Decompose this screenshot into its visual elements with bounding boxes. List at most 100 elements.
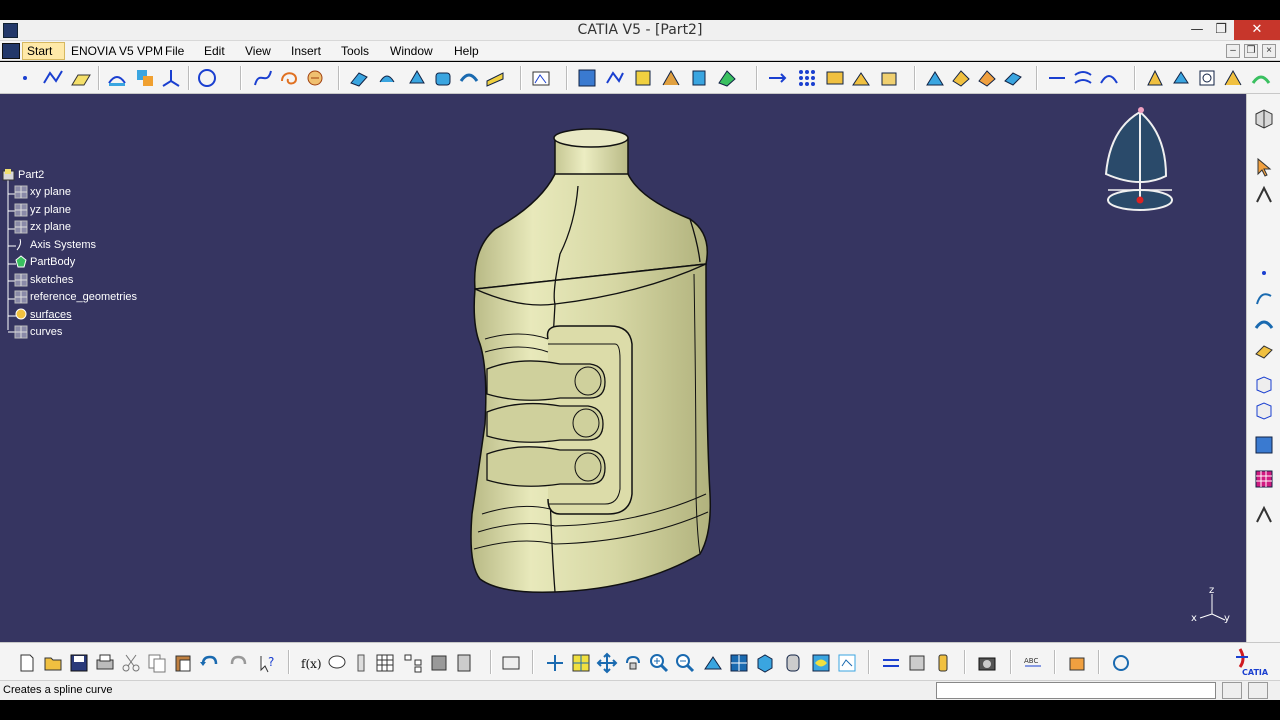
curve-icon[interactable] bbox=[1253, 288, 1275, 310]
boundary-icon[interactable] bbox=[688, 67, 710, 89]
save-icon[interactable] bbox=[68, 652, 90, 674]
revolve-icon[interactable] bbox=[376, 67, 398, 89]
apply-material-icon[interactable] bbox=[1066, 652, 1088, 674]
undo-icon[interactable] bbox=[198, 652, 220, 674]
update-icon[interactable] bbox=[500, 652, 522, 674]
close-button[interactable]: ✕ bbox=[1234, 20, 1280, 40]
pocket-icon[interactable] bbox=[1196, 67, 1218, 89]
affinity-icon[interactable] bbox=[878, 67, 900, 89]
status-button-2[interactable] bbox=[1248, 682, 1268, 699]
measure-item-icon[interactable] bbox=[906, 652, 928, 674]
healing-icon[interactable] bbox=[604, 67, 626, 89]
variable-fillet-icon[interactable] bbox=[976, 67, 998, 89]
parallel-curve-icon[interactable] bbox=[1072, 67, 1094, 89]
edge-fillet-icon[interactable] bbox=[950, 67, 972, 89]
annotation-icon[interactable]: ABC bbox=[1022, 652, 1044, 674]
split-icon[interactable] bbox=[632, 67, 654, 89]
draft-icon[interactable] bbox=[1144, 67, 1166, 89]
connect-icon[interactable] bbox=[1250, 67, 1272, 89]
measure-inertia-icon[interactable] bbox=[932, 652, 954, 674]
view-front-icon[interactable] bbox=[1253, 400, 1275, 422]
extrude-icon[interactable] bbox=[348, 67, 370, 89]
help-icon[interactable]: ? bbox=[256, 652, 278, 674]
pattern-icon[interactable] bbox=[796, 67, 818, 89]
cut-icon[interactable] bbox=[120, 652, 142, 674]
zoom-in-icon[interactable] bbox=[648, 652, 670, 674]
intersection-icon[interactable] bbox=[134, 67, 156, 89]
select-arrow-icon[interactable] bbox=[1253, 156, 1275, 178]
menu-view[interactable]: View bbox=[245, 44, 271, 58]
spline-icon[interactable] bbox=[252, 67, 274, 89]
tree-icon[interactable] bbox=[402, 652, 424, 674]
surface-icon[interactable] bbox=[1253, 314, 1275, 336]
shading-icon[interactable] bbox=[782, 652, 804, 674]
line-icon[interactable] bbox=[42, 67, 64, 89]
new-file-icon[interactable] bbox=[16, 652, 38, 674]
copy-icon[interactable] bbox=[146, 652, 168, 674]
render-icon[interactable] bbox=[1253, 434, 1275, 456]
formula-icon[interactable]: f(x) bbox=[300, 652, 322, 674]
fit-all-icon[interactable] bbox=[570, 652, 592, 674]
projection-icon[interactable] bbox=[106, 67, 128, 89]
compass-snap-icon[interactable] bbox=[1110, 652, 1132, 674]
point-icon[interactable] bbox=[1253, 262, 1275, 284]
sweep-icon[interactable] bbox=[484, 67, 506, 89]
pan-icon[interactable] bbox=[596, 652, 618, 674]
swap-visible-icon[interactable] bbox=[836, 652, 858, 674]
open-folder-icon[interactable] bbox=[42, 652, 64, 674]
power-input-field[interactable] bbox=[936, 682, 1216, 699]
hide-show-icon[interactable] bbox=[810, 652, 832, 674]
zoom-out-icon[interactable] bbox=[674, 652, 696, 674]
sphere-icon[interactable] bbox=[406, 67, 428, 89]
menu-file[interactable]: File bbox=[165, 44, 184, 58]
redo-icon[interactable] bbox=[228, 652, 250, 674]
rotate-icon[interactable] bbox=[622, 652, 644, 674]
fly-mode-icon[interactable] bbox=[544, 652, 566, 674]
grid-icon[interactable] bbox=[1253, 468, 1275, 490]
restore-button[interactable]: ❐ bbox=[1206, 20, 1236, 40]
knowledge-icon[interactable] bbox=[454, 652, 476, 674]
normal-view-icon[interactable] bbox=[702, 652, 724, 674]
menu-help[interactable]: Help bbox=[454, 44, 479, 58]
multi-view-icon[interactable] bbox=[728, 652, 750, 674]
symmetry-icon[interactable] bbox=[824, 67, 846, 89]
table-icon[interactable] bbox=[374, 652, 396, 674]
menu-edit[interactable]: Edit bbox=[204, 44, 225, 58]
3d-viewport[interactable]: z x y Part2 xy plane yz plane zx plane A… bbox=[0, 94, 1246, 642]
paste-icon[interactable] bbox=[172, 652, 194, 674]
extract-icon[interactable] bbox=[716, 67, 738, 89]
menu-enovia[interactable]: ENOVIA V5 VPM bbox=[71, 44, 163, 58]
connect-curve-icon[interactable] bbox=[1098, 67, 1120, 89]
print-icon[interactable] bbox=[94, 652, 116, 674]
analysis-icon[interactable] bbox=[1222, 67, 1244, 89]
compass-icon[interactable] bbox=[1104, 107, 1173, 211]
menu-start[interactable]: Start bbox=[22, 42, 66, 60]
boolean-icon[interactable] bbox=[1253, 340, 1275, 362]
law-editor-icon[interactable] bbox=[350, 652, 372, 674]
law-icon[interactable] bbox=[1046, 67, 1068, 89]
document-icon[interactable] bbox=[2, 43, 20, 59]
doc-restore-button[interactable]: ❐ bbox=[1244, 44, 1258, 58]
capture-icon[interactable] bbox=[976, 652, 998, 674]
isometric-view-icon[interactable] bbox=[754, 652, 776, 674]
cylinder-icon[interactable] bbox=[432, 67, 454, 89]
sketcher-icon[interactable] bbox=[1253, 184, 1275, 206]
bottle-model[interactable]: z x y bbox=[0, 94, 1246, 642]
sketch-analysis-icon[interactable] bbox=[1253, 504, 1275, 526]
thickness-icon[interactable] bbox=[1170, 67, 1192, 89]
fill-icon[interactable] bbox=[530, 67, 552, 89]
status-button-1[interactable] bbox=[1222, 682, 1242, 699]
catalog-icon[interactable] bbox=[428, 652, 450, 674]
join-icon[interactable] bbox=[576, 67, 598, 89]
measure-between-icon[interactable] bbox=[880, 652, 902, 674]
menu-tools[interactable]: Tools bbox=[341, 44, 369, 58]
plane-icon[interactable] bbox=[70, 67, 92, 89]
circle-icon[interactable] bbox=[196, 67, 218, 89]
view-iso-icon[interactable] bbox=[1253, 374, 1275, 396]
helix-icon[interactable] bbox=[278, 67, 300, 89]
doc-close-button[interactable]: × bbox=[1262, 44, 1276, 58]
point-icon[interactable] bbox=[14, 67, 36, 89]
menu-insert[interactable]: Insert bbox=[291, 44, 321, 58]
workbench-icon[interactable] bbox=[1253, 108, 1275, 130]
scaling-icon[interactable] bbox=[850, 67, 872, 89]
